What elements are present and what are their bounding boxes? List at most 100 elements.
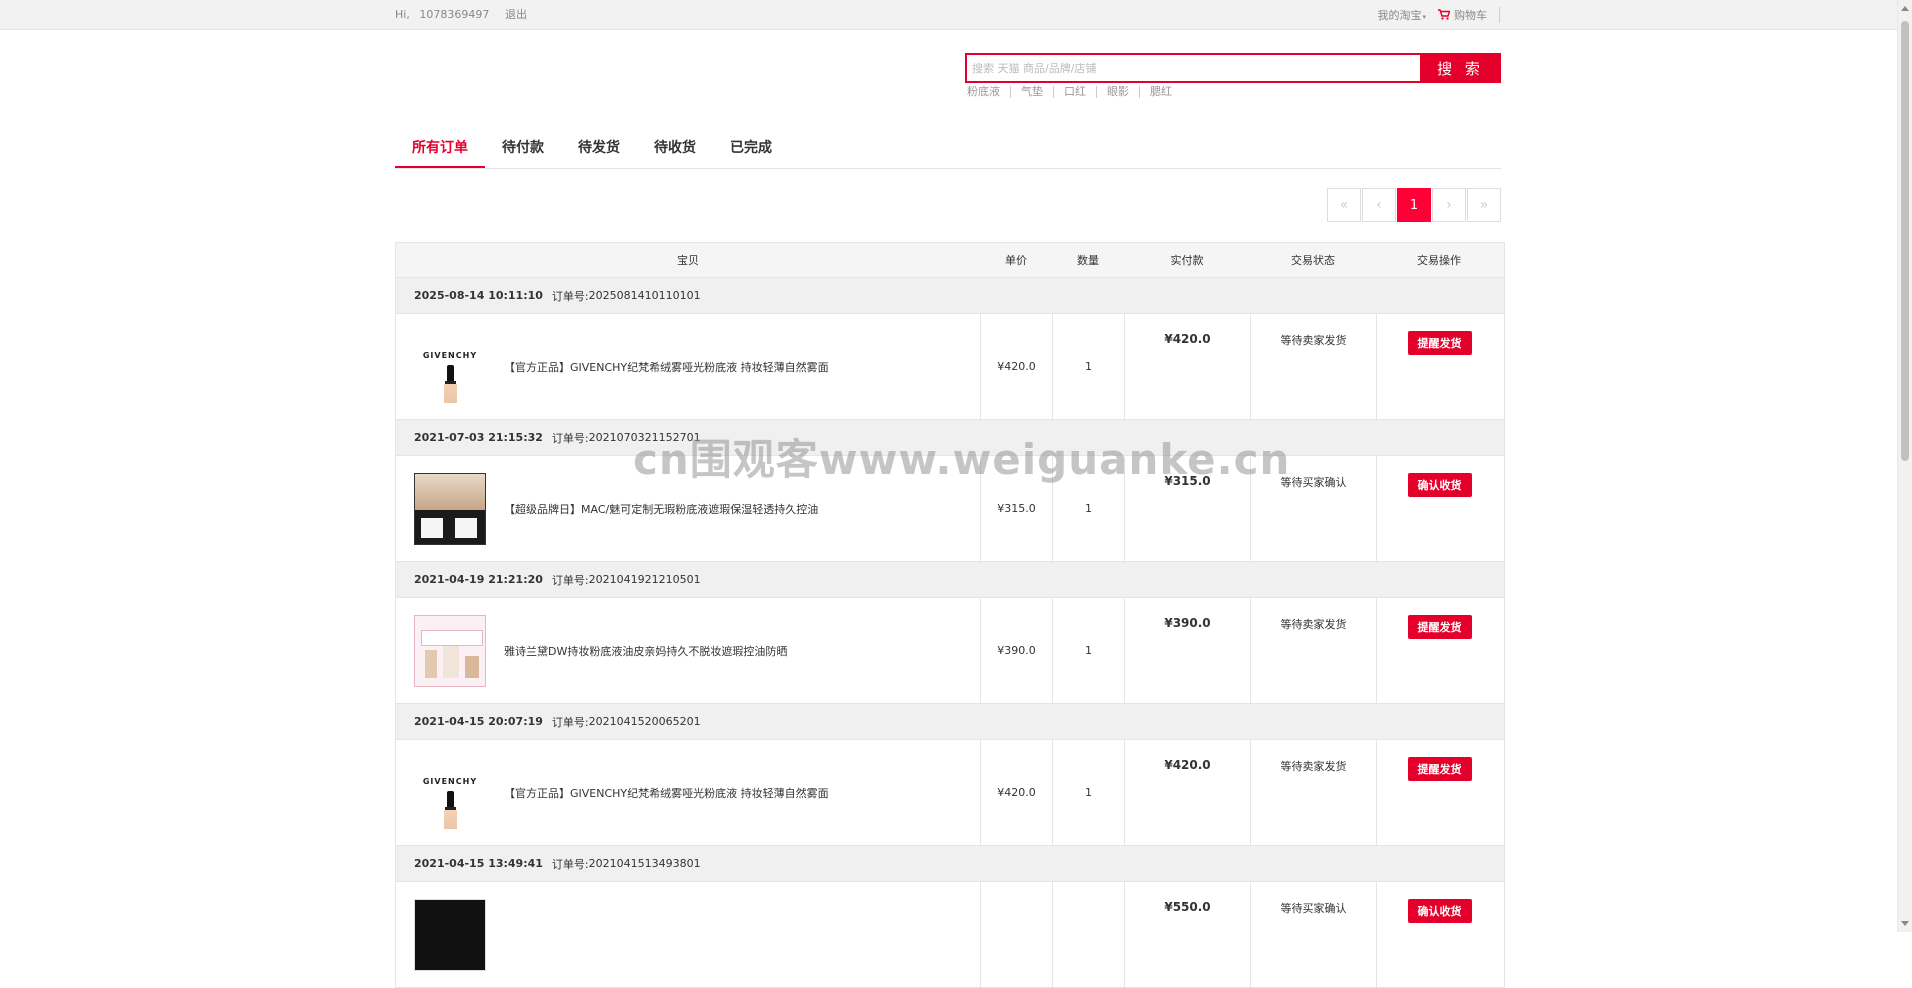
orders-table: 宝贝 单价 数量 实付款 交易状态 交易操作 2025-08-14 10:11:… bbox=[395, 242, 1505, 988]
product-brand: GIVENCHY bbox=[422, 350, 478, 360]
order-action: 提醒发货 bbox=[1376, 740, 1502, 845]
product-image-band bbox=[421, 629, 483, 646]
order-status: 等待买家确认 bbox=[1250, 882, 1376, 987]
order-date: 2025-08-14 10:11:10 bbox=[414, 289, 543, 302]
last-page-button[interactable]: » bbox=[1467, 188, 1501, 222]
product-thumbnail[interactable]: GIVENCHY bbox=[414, 330, 486, 403]
order-row: 【超级品牌日】MAC/魅可定制无瑕粉底液遮瑕保湿轻透持久控油 ¥315.0 1 … bbox=[396, 456, 1504, 562]
hot-keyword[interactable]: 气垫 bbox=[1010, 86, 1053, 98]
quantity: 1 bbox=[1052, 456, 1124, 561]
order-row: ¥550.0 等待买家确认 确认收货 bbox=[396, 882, 1504, 988]
hot-keyword[interactable]: 眼影 bbox=[1096, 86, 1139, 98]
product-title[interactable]: 【官方正品】GIVENCHY纪梵希绒雾哑光粉底液 持妆轻薄自然雾面 bbox=[504, 785, 829, 801]
bottle-cap-shape bbox=[447, 364, 454, 381]
table-header: 宝贝 单价 数量 实付款 交易状态 交易操作 bbox=[396, 242, 1504, 278]
cart-link[interactable]: 购物车 bbox=[1438, 6, 1500, 23]
hot-keyword[interactable]: 粉底液 bbox=[965, 86, 1010, 98]
scroll-up-icon[interactable] bbox=[1901, 6, 1909, 11]
page-1-button[interactable]: 1 bbox=[1397, 188, 1431, 222]
order-date: 2021-04-15 20:07:19 bbox=[414, 715, 543, 728]
product-image-top bbox=[415, 473, 485, 510]
scrollbar-thumb[interactable] bbox=[1901, 21, 1909, 461]
bottle-shape bbox=[444, 809, 457, 829]
vertical-scrollbar[interactable] bbox=[1897, 0, 1912, 932]
next-page-button[interactable]: › bbox=[1432, 188, 1466, 222]
col-paid: 实付款 bbox=[1170, 254, 1204, 267]
order-row: 雅诗兰黛DW持妆粉底液油皮亲妈持久不脱妆遮瑕控油防晒 ¥390.0 1 ¥390… bbox=[396, 598, 1504, 704]
order-row: GIVENCHY 【官方正品】GIVENCHY纪梵希绒雾哑光粉底液 持妆轻薄自然… bbox=[396, 314, 1504, 420]
paid-amount: ¥390.0 bbox=[1124, 598, 1250, 703]
my-taobao-link[interactable]: 我的淘宝▾ bbox=[1377, 7, 1426, 23]
order-date: 2021-04-15 13:49:41 bbox=[414, 857, 543, 870]
product-thumbnail[interactable] bbox=[414, 614, 486, 687]
product-title[interactable]: 【官方正品】GIVENCHY纪梵希绒雾哑光粉底液 持妆轻薄自然雾面 bbox=[504, 359, 829, 375]
product-thumbnail[interactable] bbox=[414, 472, 486, 545]
username[interactable]: 1078369497 bbox=[419, 0, 489, 29]
remind-shipment-button[interactable]: 提醒发货 bbox=[1407, 757, 1472, 781]
order-action: 确认收货 bbox=[1376, 882, 1502, 987]
order-number: 2021070321152701 bbox=[588, 431, 701, 444]
order-number: 2025081410110101 bbox=[588, 289, 701, 302]
remind-shipment-button[interactable]: 提醒发货 bbox=[1407, 331, 1472, 355]
quantity: 1 bbox=[1052, 740, 1124, 845]
tab-completed[interactable]: 已完成 bbox=[713, 134, 789, 168]
tab-all-orders[interactable]: 所有订单 bbox=[395, 134, 485, 168]
unit-price: ¥390.0 bbox=[980, 598, 1052, 703]
order-action: 提醒发货 bbox=[1376, 314, 1502, 419]
bottle-shape bbox=[443, 645, 459, 678]
greeting: Hi, 1078369497 bbox=[395, 0, 489, 29]
order-number: 2021041513493801 bbox=[588, 857, 701, 870]
tab-pending-receipt[interactable]: 待收货 bbox=[637, 134, 713, 168]
tab-pending-shipment[interactable]: 待发货 bbox=[561, 134, 637, 168]
order-header: 2021-07-03 21:15:32 订单号: 2021070321152701 bbox=[396, 420, 1504, 456]
bottle-cap-shape bbox=[447, 790, 454, 807]
top-bar: Hi, 1078369497 退出 我的淘宝▾ 购物车 bbox=[0, 0, 1897, 30]
product-title[interactable]: 【超级品牌日】MAC/魅可定制无瑕粉底液遮瑕保湿轻透持久控油 bbox=[504, 501, 818, 517]
hot-keyword[interactable]: 口红 bbox=[1053, 86, 1096, 98]
order-item: 【超级品牌日】MAC/魅可定制无瑕粉底液遮瑕保湿轻透持久控油 bbox=[396, 456, 980, 561]
scroll-down-icon[interactable] bbox=[1901, 921, 1909, 926]
quantity: 1 bbox=[1052, 598, 1124, 703]
order-status: 等待卖家发货 bbox=[1250, 598, 1376, 703]
order-item: GIVENCHY 【官方正品】GIVENCHY纪梵希绒雾哑光粉底液 持妆轻薄自然… bbox=[396, 314, 980, 419]
order-header: 2021-04-19 21:21:20 订单号: 2021041921210501 bbox=[396, 562, 1504, 598]
search-button[interactable]: 搜 索 bbox=[1420, 53, 1501, 83]
order-number-label: 订单号: bbox=[551, 715, 589, 729]
confirm-receipt-button[interactable]: 确认收货 bbox=[1407, 899, 1472, 923]
order-item bbox=[396, 882, 980, 987]
search-area: 搜 索 bbox=[965, 53, 1501, 83]
remind-shipment-button[interactable]: 提醒发货 bbox=[1407, 615, 1472, 639]
col-quantity: 数量 bbox=[1077, 254, 1099, 267]
col-unit-price: 单价 bbox=[1005, 254, 1027, 267]
logout-link[interactable]: 退出 bbox=[505, 0, 527, 29]
col-status: 交易状态 bbox=[1291, 254, 1335, 267]
product-thumbnail[interactable]: GIVENCHY bbox=[414, 756, 486, 829]
order-item: GIVENCHY 【官方正品】GIVENCHY纪梵希绒雾哑光粉底液 持妆轻薄自然… bbox=[396, 740, 980, 845]
order-number-label: 订单号: bbox=[551, 289, 589, 303]
order-action: 提醒发货 bbox=[1376, 598, 1502, 703]
order-status: 等待卖家发货 bbox=[1250, 314, 1376, 419]
prev-page-button[interactable]: ‹ bbox=[1362, 188, 1396, 222]
unit-price: ¥420.0 bbox=[980, 314, 1052, 419]
order-header: 2021-04-15 20:07:19 订单号: 2021041520065201 bbox=[396, 704, 1504, 740]
first-page-button[interactable]: « bbox=[1327, 188, 1361, 222]
hot-keyword[interactable]: 腮红 bbox=[1139, 86, 1182, 98]
order-header: 2021-04-15 13:49:41 订单号: 2021041513493801 bbox=[396, 846, 1504, 882]
product-title[interactable]: 雅诗兰黛DW持妆粉底液油皮亲妈持久不脱妆遮瑕控油防晒 bbox=[504, 643, 787, 659]
bottle-shape bbox=[465, 655, 479, 678]
order-date: 2021-07-03 21:15:32 bbox=[414, 431, 543, 444]
order-header: 2025-08-14 10:11:10 订单号: 2025081410110101 bbox=[396, 278, 1504, 314]
confirm-receipt-button[interactable]: 确认收货 bbox=[1407, 473, 1472, 497]
tab-pending-payment[interactable]: 待付款 bbox=[485, 134, 561, 168]
unit-price: ¥420.0 bbox=[980, 740, 1052, 845]
paid-amount: ¥315.0 bbox=[1124, 456, 1250, 561]
top-right-nav: 我的淘宝▾ 购物车 bbox=[1377, 0, 1500, 29]
product-brand: GIVENCHY bbox=[422, 776, 478, 786]
quantity: 1 bbox=[1052, 314, 1124, 419]
product-thumbnail[interactable] bbox=[414, 898, 486, 971]
order-number-label: 订单号: bbox=[551, 573, 589, 587]
product-image-block bbox=[421, 517, 443, 538]
order-status: 等待卖家发货 bbox=[1250, 740, 1376, 845]
unit-price bbox=[980, 882, 1052, 987]
search-input[interactable] bbox=[965, 53, 1424, 83]
